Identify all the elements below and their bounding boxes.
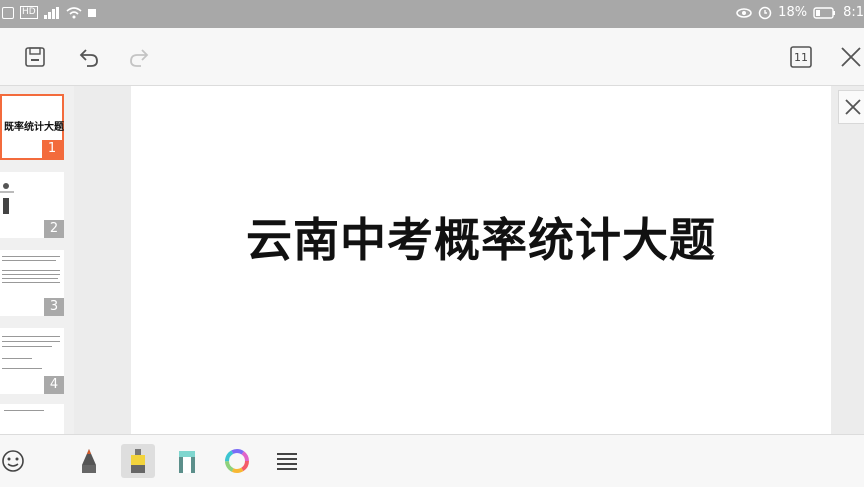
color-wheel-icon[interactable] xyxy=(220,444,254,478)
page-count-label: 11 xyxy=(794,50,808,64)
redo-icon[interactable] xyxy=(124,42,154,72)
save-icon[interactable] xyxy=(20,42,50,72)
alarm-icon xyxy=(758,6,772,19)
clock: 8:1 xyxy=(843,5,864,20)
drawing-toolbar xyxy=(0,434,864,487)
sticker-icon[interactable] xyxy=(0,444,30,478)
slide-thumbnail-3[interactable]: 3 xyxy=(0,250,64,316)
highlighter-icon[interactable] xyxy=(121,444,155,478)
slide[interactable]: 云南中考概率统计大题 xyxy=(131,86,831,434)
slide-thumbnail-4[interactable]: 4 xyxy=(0,328,64,394)
undo-icon[interactable] xyxy=(74,42,104,72)
battery-icon xyxy=(813,6,836,19)
notification-icon xyxy=(2,6,14,19)
slide-thumbnail-panel[interactable]: 既率统计大题 1 2 3 4 xyxy=(0,86,74,434)
page-count-icon[interactable]: 11 xyxy=(786,42,816,72)
pen-icon[interactable] xyxy=(72,444,106,478)
thumbnail-number: 2 xyxy=(44,220,64,238)
thumbnail-title: 既率统计大题 xyxy=(4,122,64,133)
battery-percent: 18% xyxy=(778,5,808,20)
slide-thumbnail-2[interactable]: 2 xyxy=(0,172,64,238)
close-panel-button[interactable] xyxy=(838,90,864,124)
status-bar: HD 18% 8:1 xyxy=(0,0,864,28)
thumbnail-number: 1 xyxy=(42,140,62,158)
thumbnail-number: 3 xyxy=(44,298,64,316)
slide-thumbnail-5[interactable] xyxy=(0,404,64,434)
eye-icon xyxy=(736,7,752,18)
wifi-icon xyxy=(66,6,82,18)
thumbnail-number: 4 xyxy=(44,376,64,394)
hd-icon: HD xyxy=(20,6,38,19)
slide-canvas[interactable]: 云南中考概率统计大题 xyxy=(74,86,864,434)
close-icon xyxy=(845,99,861,115)
menu-icon[interactable] xyxy=(270,444,304,478)
square-icon xyxy=(87,8,96,17)
signal-icon xyxy=(43,6,59,19)
thumbnail-figure xyxy=(0,183,14,214)
close-icon[interactable] xyxy=(836,42,864,72)
eraser-icon[interactable] xyxy=(170,444,204,478)
slide-thumbnail-1[interactable]: 既率统计大题 1 xyxy=(0,94,64,160)
slide-title: 云南中考概率统计大题 xyxy=(246,213,716,267)
top-toolbar: 11 xyxy=(0,28,864,86)
